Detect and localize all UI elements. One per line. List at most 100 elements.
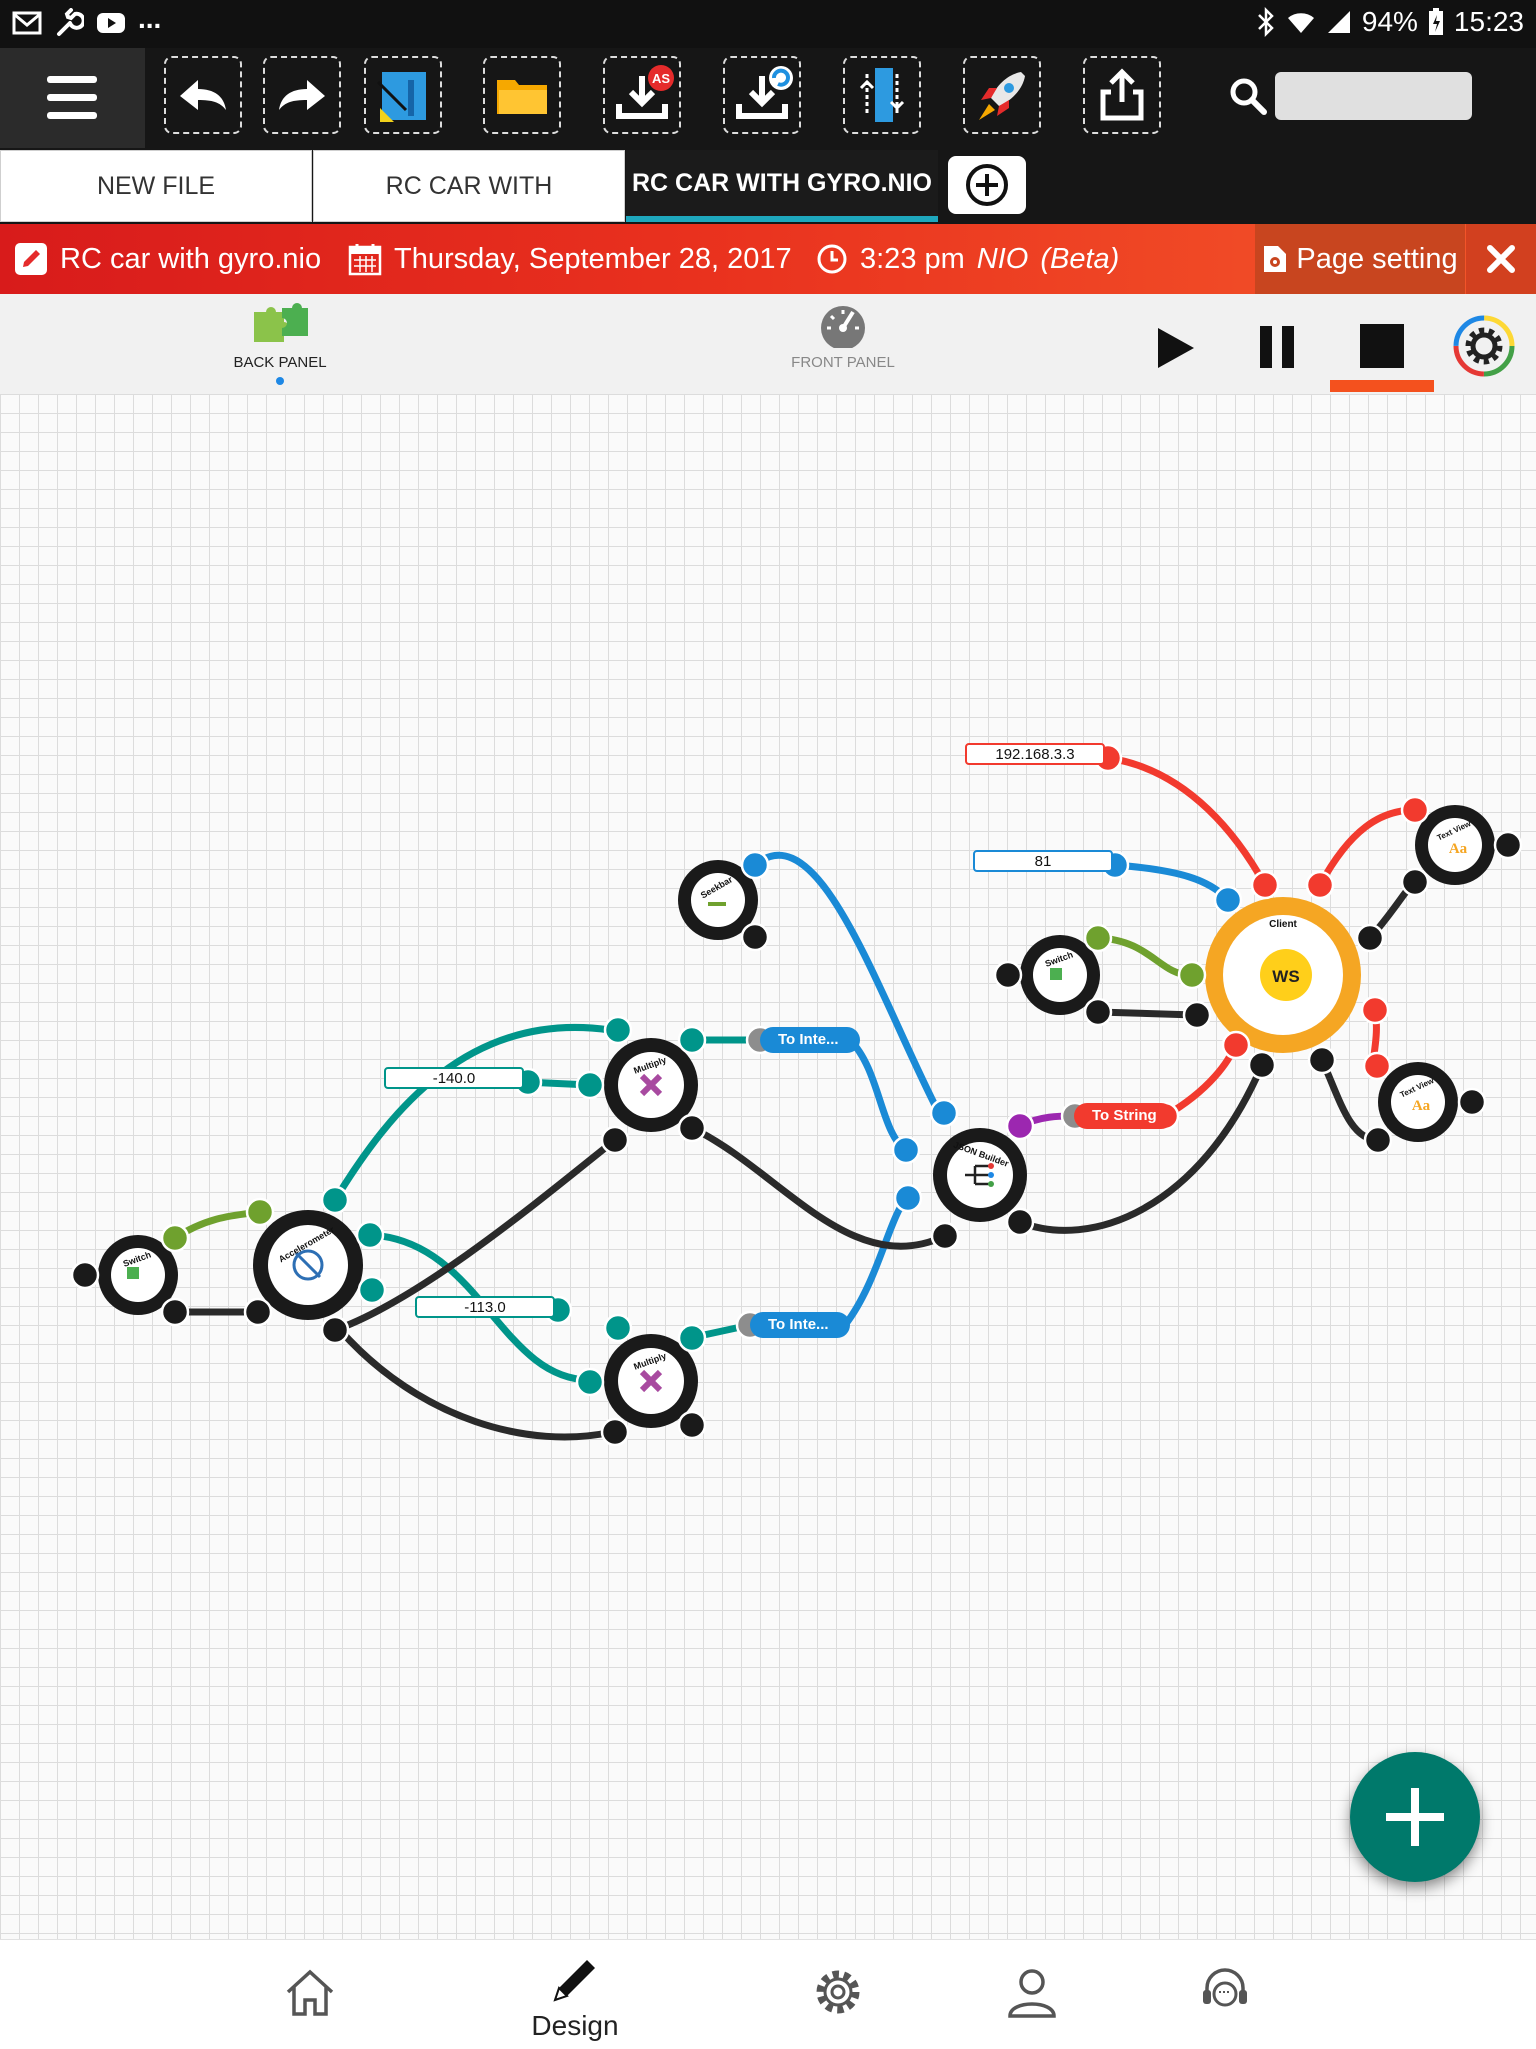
undo-button[interactable] — [164, 56, 242, 134]
add-tab-button[interactable] — [948, 156, 1026, 214]
port-trigger[interactable] — [70, 1260, 100, 1290]
to-integer-converter-1[interactable]: To Inte... — [760, 1027, 860, 1053]
share-button[interactable] — [1083, 56, 1161, 134]
tab-rc-car-with[interactable]: RC CAR WITH — [313, 150, 625, 222]
port-z[interactable] — [357, 1275, 387, 1305]
port-trigout[interactable] — [677, 1113, 707, 1143]
port-trerror[interactable] — [740, 922, 770, 952]
port-trigger[interactable] — [993, 960, 1023, 990]
port-trigger[interactable] — [1363, 1125, 1393, 1155]
new-page-button[interactable] — [364, 56, 442, 134]
wifi-icon — [1287, 13, 1314, 33]
close-button[interactable] — [1466, 224, 1536, 294]
port-state[interactable] — [1177, 960, 1207, 990]
port-in1[interactable] — [603, 1313, 633, 1343]
port-text-in[interactable] — [1400, 795, 1430, 825]
add-block-fab[interactable] — [1350, 1752, 1480, 1882]
multiply2-factor-value[interactable]: -113.0 — [415, 1296, 555, 1318]
settings-gear-icon[interactable] — [1452, 314, 1516, 378]
play-icon[interactable] — [1154, 324, 1198, 372]
wire-trig-json-to-ws — [1016, 1061, 1266, 1234]
port-trigin[interactable] — [1182, 1000, 1212, 1030]
redo-button[interactable] — [263, 56, 341, 134]
to-integer-converter-2[interactable]: To Inte... — [750, 1312, 850, 1338]
tab-new-file[interactable]: NEW FILE — [0, 150, 312, 222]
nav-profile[interactable] — [972, 1940, 1092, 2049]
port-json-out[interactable] — [1005, 1111, 1035, 1141]
port-trigin[interactable] — [600, 1417, 630, 1447]
open-folder-button[interactable] — [483, 56, 561, 134]
port-out[interactable] — [677, 1025, 707, 1055]
file-tabs: NEW FILE RC CAR WITH RC CAR WITH GYRO.NI… — [0, 148, 1536, 224]
port-port[interactable] — [1213, 885, 1243, 915]
port-number-value[interactable]: 81 — [973, 850, 1113, 872]
run-rocket-button[interactable] — [963, 56, 1041, 134]
pencil-icon — [553, 1960, 595, 2002]
nav-home[interactable] — [250, 1940, 370, 2049]
port-value[interactable] — [740, 850, 770, 880]
port-led[interactable] — [929, 1098, 959, 1128]
nav-design[interactable]: Design — [505, 1940, 645, 2049]
port-trigin[interactable] — [600, 1125, 630, 1155]
port-status[interactable] — [1305, 870, 1335, 900]
port-ip[interactable] — [1250, 870, 1280, 900]
port-m1[interactable] — [891, 1135, 921, 1165]
tab-rc-car-with-gyro[interactable]: RC CAR WITH GYRO.NIO — [626, 150, 938, 222]
port-in2[interactable] — [575, 1070, 605, 1100]
tab-front-panel[interactable]: FRONT PANEL — [743, 302, 943, 371]
wire-trig-acc-to-m2 — [336, 1326, 616, 1441]
port-switch-out[interactable] — [1083, 923, 1113, 953]
port-trigout[interactable] — [1493, 830, 1523, 860]
port-trigout[interactable] — [1005, 1207, 1035, 1237]
node-ws-client[interactable]: WS Client — [1205, 897, 1361, 1053]
page-split-button[interactable] — [843, 56, 921, 134]
port-out[interactable] — [677, 1323, 707, 1353]
port-enable[interactable] — [245, 1197, 275, 1227]
port-trigout[interactable] — [677, 1410, 707, 1440]
port-response[interactable] — [1360, 995, 1390, 1025]
to-string-converter[interactable]: To String — [1074, 1103, 1174, 1129]
search-icon[interactable] — [1228, 76, 1268, 116]
port-y[interactable] — [355, 1220, 385, 1250]
node-accelerometer[interactable]: Accelerometer — [253, 1210, 363, 1320]
signal-icon — [1327, 11, 1350, 33]
port-command[interactable] — [1221, 1030, 1251, 1060]
search-input[interactable] — [1275, 72, 1472, 120]
multiply1-factor-value[interactable]: -140.0 — [384, 1067, 524, 1089]
nav-support[interactable] — [1165, 1940, 1285, 2049]
support-icon — [1203, 1968, 1247, 2007]
save-sync-button[interactable] — [723, 56, 801, 134]
port-recvd[interactable] — [1247, 1050, 1277, 1080]
port-text-in[interactable] — [1362, 1051, 1392, 1081]
menu-button[interactable] — [0, 48, 145, 148]
port-m2[interactable] — [893, 1183, 923, 1213]
port-trigout[interactable] — [1083, 997, 1113, 1027]
bluetooth-icon — [1257, 7, 1274, 37]
folder-icon — [497, 80, 547, 114]
port-switch-out[interactable] — [160, 1223, 190, 1253]
close-icon — [1487, 245, 1515, 273]
port-trigout[interactable] — [320, 1315, 350, 1345]
stop-button[interactable] — [1330, 294, 1434, 394]
save-as-button[interactable]: AS — [603, 56, 681, 134]
port-trigger[interactable] — [1400, 867, 1430, 897]
port-in1[interactable] — [603, 1015, 633, 1045]
node-text-view-2[interactable]: Aa Text View — [1378, 1062, 1458, 1142]
port-trigger[interactable] — [930, 1221, 960, 1251]
port-trigout[interactable] — [1457, 1087, 1487, 1117]
design-canvas[interactable]: Switch Accelerometer Multiply Multiply S… — [0, 394, 1536, 1939]
page-setting-button[interactable]: Page setting — [1255, 224, 1465, 294]
pause-icon[interactable] — [1258, 324, 1298, 370]
wire-trig-switch2-to-ws — [1094, 1008, 1199, 1019]
ip-address-value[interactable]: 192.168.3.3 — [965, 743, 1105, 765]
port-x[interactable] — [320, 1185, 350, 1215]
port-trigout[interactable] — [160, 1297, 190, 1327]
port-in2[interactable] — [575, 1367, 605, 1397]
port-trigin[interactable] — [243, 1297, 273, 1327]
back-panel-label: BACK PANEL — [233, 354, 327, 371]
node-json-builder[interactable]: JSON Builder — [933, 1128, 1027, 1222]
port-trigout[interactable] — [1355, 923, 1385, 953]
tab-back-panel[interactable]: BACK PANEL — [180, 302, 380, 385]
port-reading[interactable] — [1307, 1045, 1337, 1075]
nav-settings[interactable] — [778, 1940, 898, 2049]
